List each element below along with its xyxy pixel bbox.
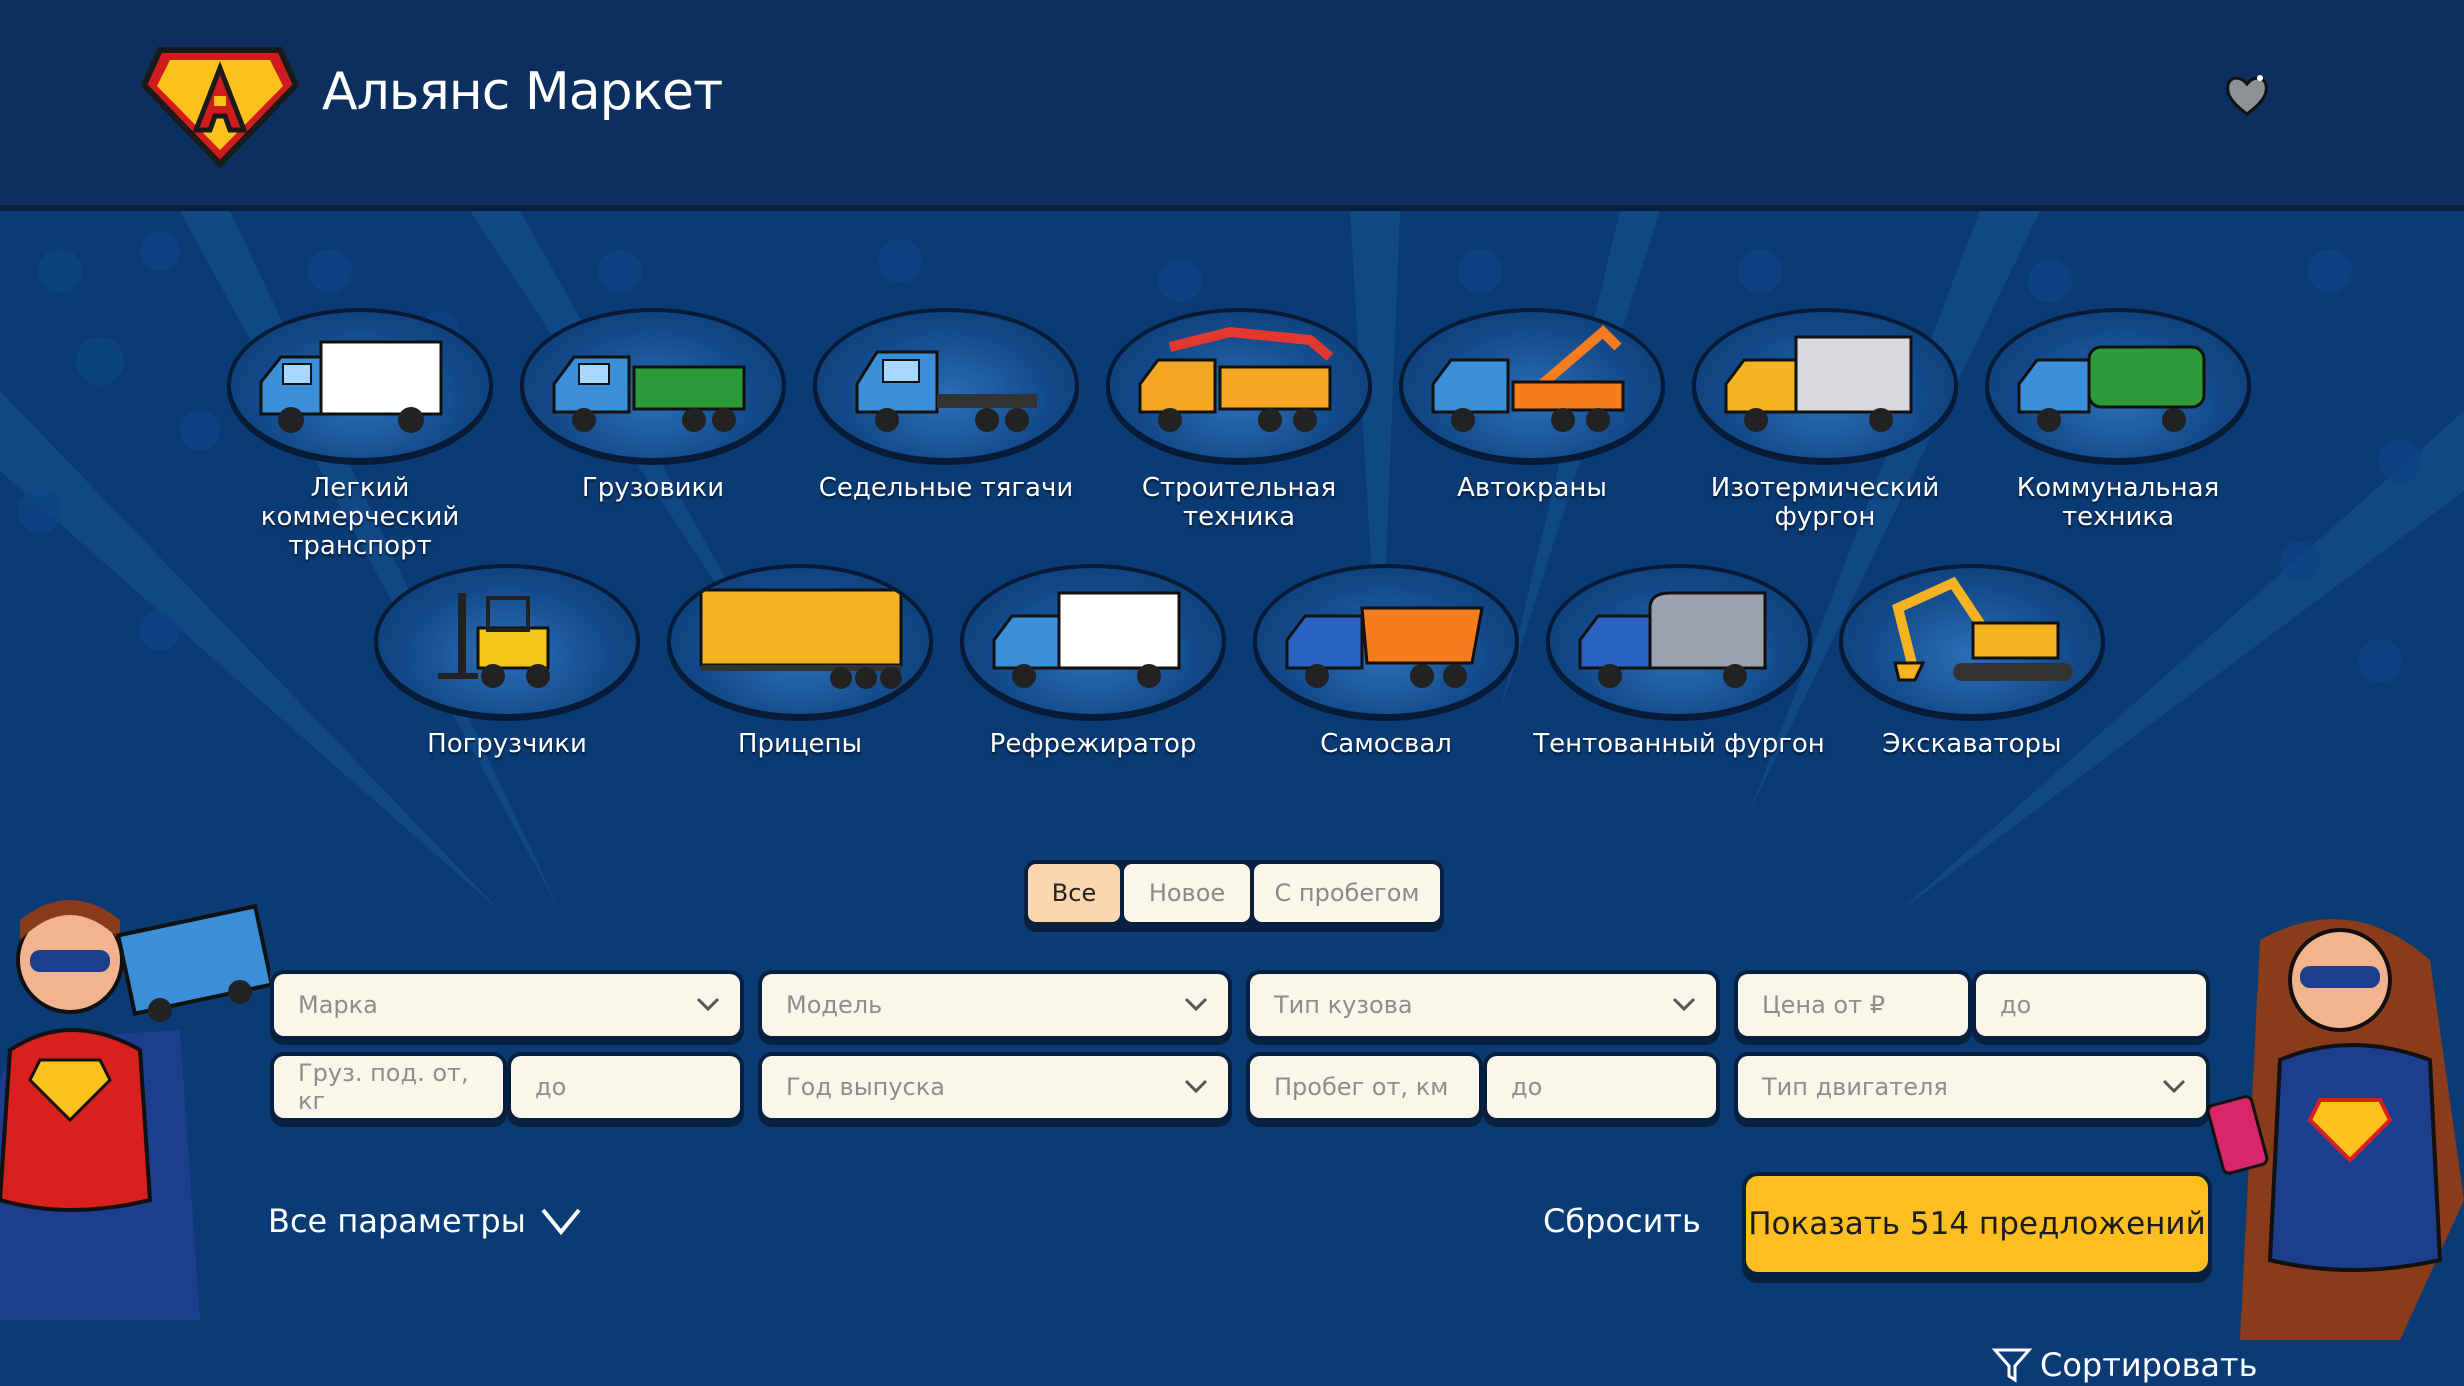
- chevron-down-icon: [1672, 997, 1696, 1012]
- condition-option-used[interactable]: С пробегом: [1254, 864, 1440, 922]
- category-excavators[interactable]: Экскаваторы: [1822, 564, 2122, 759]
- chevron-down-icon: [541, 1208, 581, 1236]
- payload-to-placeholder: до: [535, 1073, 567, 1101]
- superheroine-mascot-right: [2206, 919, 2464, 1340]
- category-label: Изотермический фургон: [1710, 473, 1940, 532]
- dump-truck-icon: [1285, 606, 1484, 688]
- body-type-select-label: Тип кузова: [1274, 991, 1413, 1019]
- category-label: Строительная техника: [1141, 473, 1337, 532]
- brand-name[interactable]: Альянс Маркет: [322, 62, 723, 122]
- category-municipal[interactable]: Коммунальная техника: [1968, 308, 2268, 532]
- year-select-label: Год выпуска: [786, 1073, 945, 1101]
- mileage-from-input[interactable]: Пробег от, км: [1250, 1056, 1479, 1118]
- tent-van-icon: [1578, 591, 1767, 688]
- engine-type-select-label: Тип двигателя: [1762, 1073, 1948, 1101]
- category-tractor-units[interactable]: Седельные тягачи: [796, 308, 1096, 503]
- model-select-label: Модель: [786, 991, 883, 1019]
- tractor-unit-icon: [855, 350, 1037, 432]
- year-select[interactable]: Год выпуска: [762, 1056, 1228, 1118]
- condition-option-new[interactable]: Новое: [1124, 864, 1250, 922]
- category-construction[interactable]: Строительная техника: [1089, 308, 1389, 532]
- brand-select[interactable]: Марка: [274, 974, 740, 1036]
- category-label: Рефрежиратор: [989, 729, 1197, 759]
- model-select[interactable]: Модель: [762, 974, 1228, 1036]
- brand-logo[interactable]: [140, 30, 300, 170]
- sort-label: Сортировать: [2040, 1346, 2258, 1384]
- tow-crane-icon: [1431, 325, 1625, 432]
- payload-range: Груз. под. от, кг до: [274, 1056, 740, 1118]
- street-sweeper-icon: [2017, 345, 2206, 432]
- price-to-placeholder: до: [2000, 991, 2032, 1019]
- brand-select-label: Марка: [298, 991, 378, 1019]
- category-cranes[interactable]: Автокраны: [1382, 308, 1682, 503]
- category-trucks[interactable]: Грузовики: [503, 308, 803, 503]
- flatbed-truck-icon: [552, 355, 746, 432]
- category-label: Самосвал: [1320, 729, 1452, 759]
- reset-button[interactable]: Сбросить: [1543, 1202, 1701, 1240]
- category-label: Грузовики: [581, 473, 725, 503]
- mileage-to-placeholder: до: [1511, 1073, 1543, 1101]
- superhero-mascot-left: [0, 900, 270, 1320]
- price-from-input[interactable]: Цена от ₽: [1738, 974, 1968, 1036]
- category-refrigerator[interactable]: Рефрежиратор: [943, 564, 1243, 759]
- category-label: Автокраны: [1457, 473, 1607, 503]
- trailer-icon: [699, 588, 903, 689]
- payload-to-input[interactable]: до: [511, 1056, 740, 1118]
- category-forklifts[interactable]: Погрузчики: [357, 564, 657, 759]
- all-params-toggle[interactable]: Все параметры: [268, 1202, 582, 1240]
- price-from-placeholder: Цена от ₽: [1762, 991, 1885, 1019]
- all-params-label: Все параметры: [268, 1202, 526, 1240]
- category-light-commercial[interactable]: Легкий коммерческий транспорт: [210, 308, 510, 561]
- site-header: Альянс Маркет: [0, 0, 2464, 211]
- category-label: Тентованный фургон: [1533, 729, 1825, 759]
- sort-button[interactable]: Сортировать: [1992, 1346, 2258, 1384]
- category-label: Погрузчики: [427, 729, 587, 759]
- price-range: Цена от ₽ до: [1738, 974, 2206, 1036]
- chevron-down-icon: [2162, 1079, 2186, 1094]
- condition-toggle: Все Новое С пробегом: [1024, 860, 1444, 932]
- mileage-range: Пробег от, км до: [1250, 1056, 1716, 1118]
- concrete-pump-icon: [1138, 326, 1334, 432]
- payload-from-input[interactable]: Груз. под. от, кг: [274, 1056, 503, 1118]
- category-label: Коммунальная техника: [2016, 473, 2220, 532]
- mileage-to-input[interactable]: до: [1487, 1056, 1716, 1118]
- chevron-down-icon: [696, 997, 720, 1012]
- category-label: Легкий коммерческий транспорт: [260, 473, 460, 561]
- show-results-button[interactable]: Показать 514 предложений: [1746, 1176, 2208, 1272]
- mileage-from-placeholder: Пробег от, км: [1274, 1073, 1449, 1101]
- heart-icon[interactable]: [2222, 70, 2272, 120]
- chevron-down-icon: [1184, 1079, 1208, 1094]
- body-type-select[interactable]: Тип кузова: [1250, 974, 1716, 1036]
- category-label: Прицепы: [737, 729, 863, 759]
- category-trailers[interactable]: Прицепы: [650, 564, 950, 759]
- category-dump-truck[interactable]: Самосвал: [1236, 564, 1536, 759]
- condition-option-all[interactable]: Все: [1028, 864, 1120, 922]
- price-to-input[interactable]: до: [1976, 974, 2206, 1036]
- isothermal-van-icon: [1724, 335, 1913, 432]
- category-isothermal[interactable]: Изотермический фургон: [1675, 308, 1975, 532]
- engine-type-select[interactable]: Тип двигателя: [1738, 1056, 2206, 1118]
- payload-from-placeholder: Груз. под. от, кг: [298, 1059, 469, 1115]
- category-label: Экскаваторы: [1882, 729, 2062, 759]
- filter-funnel-icon: [1992, 1348, 2032, 1383]
- category-tent-van[interactable]: Тентованный фургон: [1529, 564, 1829, 759]
- light-commercial-truck-icon: [259, 340, 443, 433]
- refrigerator-truck-icon: [992, 591, 1181, 688]
- chevron-down-icon: [1184, 997, 1208, 1012]
- forklift-icon: [438, 593, 550, 688]
- category-label: Седельные тягачи: [818, 473, 1074, 503]
- excavator-icon: [1892, 576, 2073, 682]
